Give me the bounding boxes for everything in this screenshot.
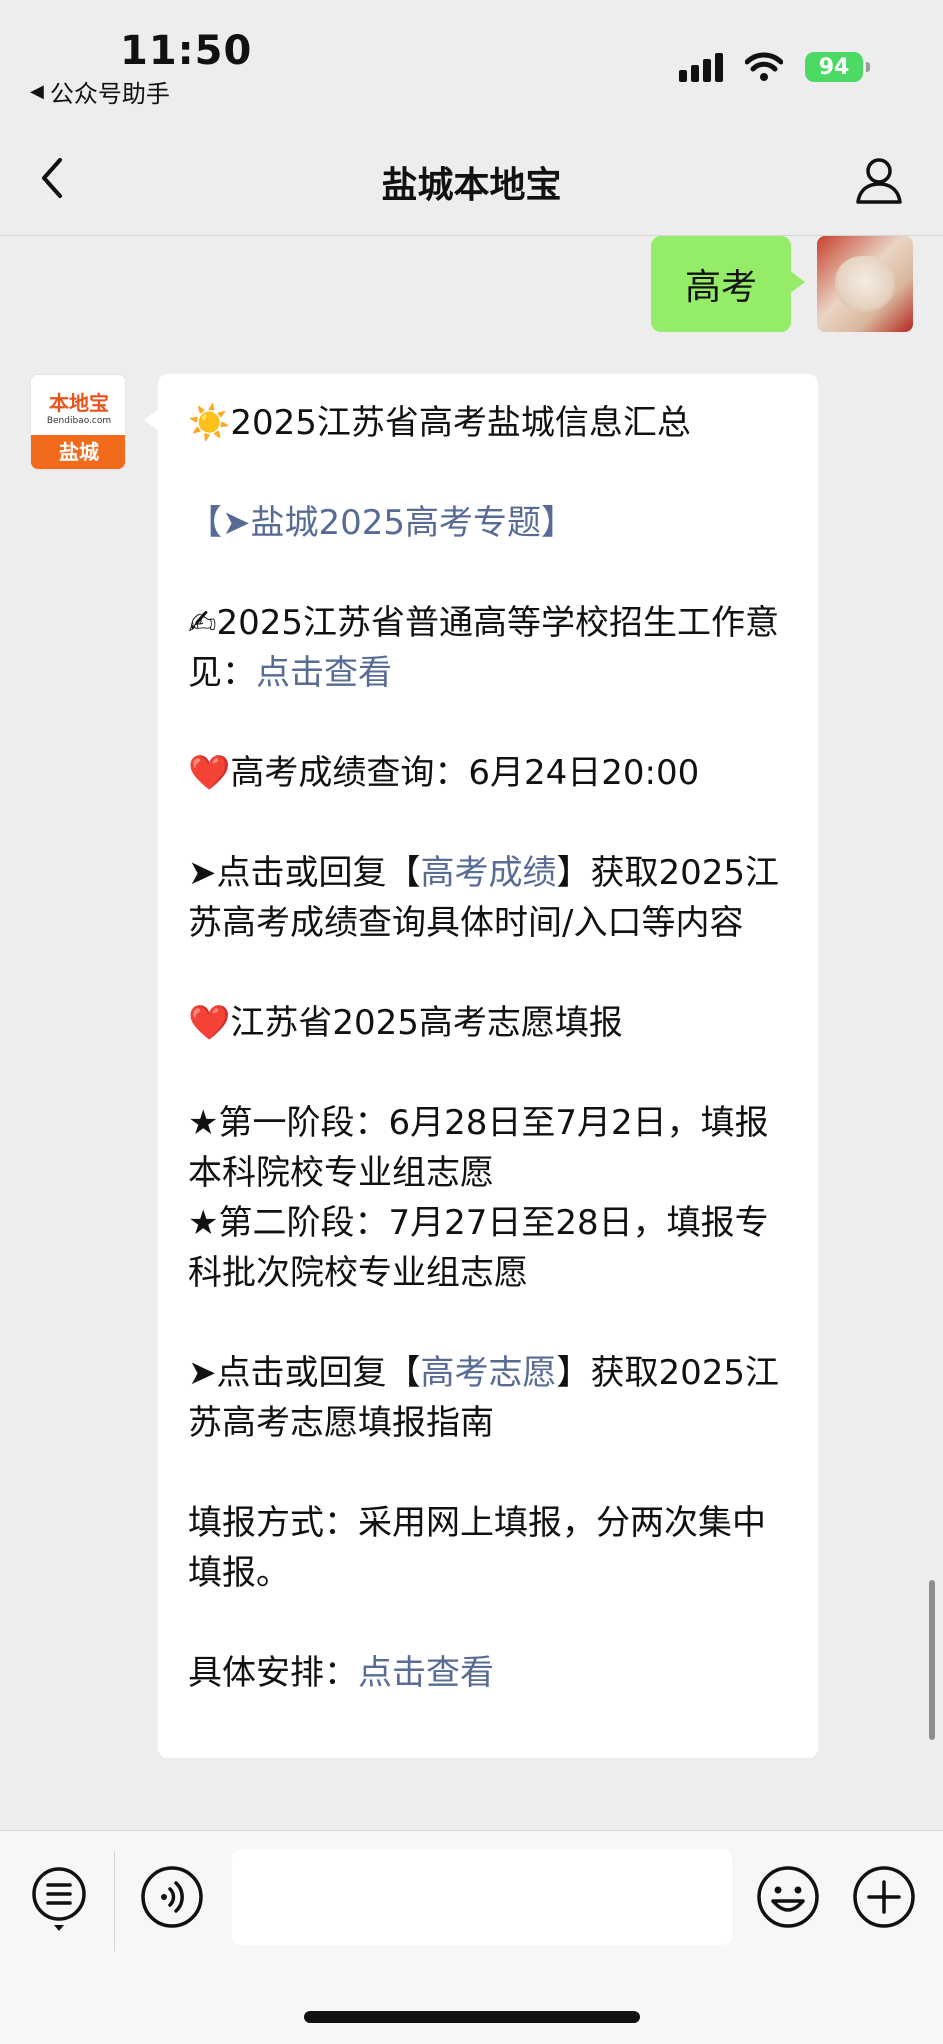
battery-level: 94 xyxy=(818,54,850,80)
score-reply-paragraph: ➤点击或回复【高考成绩】获取2025江苏高考成绩查询具体时间/入口等内容 xyxy=(188,853,780,943)
method-paragraph: 填报方式：采用网上填报，分两次集中填报。 xyxy=(188,1503,766,1593)
back-triangle-icon: ◀ xyxy=(30,81,44,102)
page-title: 盐城本地宝 xyxy=(381,165,562,206)
volunteer-keyword-link[interactable]: 高考志愿 xyxy=(421,1353,557,1393)
user-avatar[interactable] xyxy=(817,236,913,332)
summary-heading: ☀️2025江苏省高考盐城信息汇总 xyxy=(188,403,691,443)
status-time: 11:50 xyxy=(120,28,253,74)
emoji-icon[interactable] xyxy=(756,1865,820,1929)
input-bar xyxy=(0,1830,943,2044)
stage-two-text: ★第二阶段：7月27日至28日，填报专科批次院校专业组志愿 xyxy=(188,1203,769,1293)
arrangement-paragraph: 具体安排：点击查看 xyxy=(188,1653,494,1693)
user-message-row: 高考 xyxy=(650,236,913,332)
profile-icon[interactable] xyxy=(853,154,905,206)
avatar-site-text: Bendibao.com xyxy=(46,415,112,426)
avatar-city-text: 盐城 xyxy=(31,435,125,469)
bot-message-row: 本地宝 Bendibao.com 盐城 ☀️2025江苏省高考盐城信息汇总 【➤… xyxy=(30,374,818,1758)
arrangement-view-link[interactable]: 点击查看 xyxy=(358,1653,494,1693)
policy-view-link[interactable]: 点击查看 xyxy=(256,653,392,693)
stages-paragraph: ★第一阶段：6月28日至7月2日，填报本科院校专业组志愿 ★第二阶段：7月27日… xyxy=(188,1098,788,1298)
avatar-logo-text: 本地宝 xyxy=(49,390,109,415)
input-divider xyxy=(114,1851,115,1951)
volunteer-heading-paragraph: ❤️江苏省2025高考志愿填报 xyxy=(188,1003,623,1043)
wechat-chat-screen: 11:50 ◀ 公众号助手 94 盐城本地宝 高考 本地宝 Bendibao.c… xyxy=(0,0,943,2044)
plus-icon[interactable] xyxy=(852,1865,916,1929)
voice-icon[interactable] xyxy=(140,1865,204,1929)
heart-icon: ❤️ xyxy=(188,1003,231,1043)
volunteer-reply-paragraph: ➤点击或回复【高考志愿】获取2025江苏高考志愿填报指南 xyxy=(188,1353,780,1443)
heart-icon: ❤️ xyxy=(188,753,231,793)
status-icons: 94 xyxy=(679,52,870,82)
admission-policy-paragraph: ✍2025江苏省普通高等学校招生工作意见：点击查看 xyxy=(188,603,780,693)
account-avatar[interactable]: 本地宝 Bendibao.com 盐城 xyxy=(30,374,126,470)
writing-hand-icon: ✍ xyxy=(188,603,217,643)
scrollbar[interactable] xyxy=(929,1580,935,1740)
nav-bar: 盐城本地宝 xyxy=(0,120,943,236)
user-message-text: 高考 xyxy=(684,267,757,308)
sun-icon: ☀️ xyxy=(188,403,231,443)
chat-area[interactable]: 高考 本地宝 Bendibao.com 盐城 ☀️2025江苏省高考盐城信息汇总… xyxy=(0,236,943,1830)
score-query-paragraph: ❤️高考成绩查询：6月24日20:00 xyxy=(188,753,700,793)
back-to-app-link[interactable]: ◀ 公众号助手 xyxy=(30,74,170,109)
bot-message-bubble[interactable]: ☀️2025江苏省高考盐城信息汇总 【➤盐城2025高考专题】 ✍2025江苏省… xyxy=(144,374,818,1758)
menu-icon[interactable] xyxy=(30,1865,88,1937)
status-bar: 11:50 ◀ 公众号助手 94 xyxy=(0,0,943,120)
home-indicator[interactable] xyxy=(304,2011,640,2023)
message-input[interactable] xyxy=(232,1849,732,1945)
user-message-bubble[interactable]: 高考 xyxy=(650,236,806,332)
score-keyword-link[interactable]: 高考成绩 xyxy=(421,853,557,893)
back-app-label: 公众号助手 xyxy=(49,80,170,108)
stage-one-text: ★第一阶段：6月28日至7月2日，填报本科院校专业组志愿 xyxy=(188,1103,769,1193)
topic-link[interactable]: 【➤盐城2025高考专题】 xyxy=(188,503,575,543)
cellular-signal-icon xyxy=(679,52,723,82)
wifi-icon xyxy=(745,52,783,81)
cat-avatar-image xyxy=(835,256,895,312)
battery-icon: 94 xyxy=(805,52,870,82)
